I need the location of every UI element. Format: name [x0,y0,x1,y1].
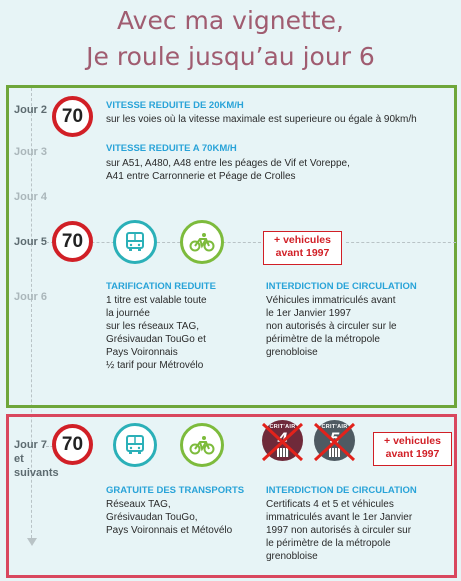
bike-glyph-icon [189,436,215,455]
reduced-speed-70-heading: VITESSE REDUITE A 70KM/H [106,143,237,154]
bus-icon-day7 [113,423,157,467]
bus-icon-day5 [113,220,157,264]
title-line-1: Avec ma vignette, [117,6,344,35]
speed-limit-sign-day2: 70 [52,96,93,137]
speed-limit-sign-day5: 70 [52,221,93,262]
day-label-6: Jour 6 [14,291,48,303]
title-line-2: Je roule jusqu’au jour 6 [86,42,375,71]
bus-glyph-icon [126,232,144,251]
day5-connector-right [346,242,456,243]
older-vehicles-badge-day5: + vehicules avant 1997 [263,231,342,265]
day-label-3: Jour 3 [14,146,48,158]
bike-icon-day5 [180,220,224,264]
reduced-fare-heading: TARIFICATION REDUITE [106,281,216,292]
older-vehicles-badge-day7: + vehicules avant 1997 [373,432,452,466]
speed-limit-sign-day7: 70 [52,424,93,465]
free-transport-text: Réseaux TAG, Grésivaudan TouGo, Pays Voi… [106,499,233,536]
traffic-ban-text-2: Certificats 4 et 5 et véhicules immatric… [266,499,413,562]
day-label-7: Jour 7 [14,439,48,451]
reduced-speed-20-text: sur les voies où la vitesse maximale est… [106,114,417,125]
free-transport-heading: GRATUITE DES TRANSPORTS [106,485,245,496]
day-label-et: et [14,453,24,465]
bus-glyph-icon [126,435,144,454]
day-label-suivants: suivants [14,467,59,479]
day-label-2: Jour 2 [14,104,48,116]
reduced-speed-20-heading: VITESSE REDUITE DE 20KM/H [106,100,244,111]
day-label-4: Jour 4 [14,191,48,203]
cross-out-icon-4 [261,422,304,462]
reduced-speed-70-text: sur A51, A480, A48 entre les péages de V… [106,158,350,182]
day-label-5: Jour 5 [14,236,48,248]
traffic-ban-heading-2: INTERDICTION DE CIRCULATION [266,485,417,496]
bike-glyph-icon [189,233,215,252]
traffic-ban-heading-1: INTERDICTION DE CIRCULATION [266,281,417,292]
reduced-fare-text: 1 titre est valable toute la journée sur… [106,295,207,371]
traffic-ban-text-1: Véhicules immatriculés avant le 1er Janv… [266,295,397,358]
cross-out-icon-5 [313,422,356,462]
bike-icon-day7 [180,423,224,467]
